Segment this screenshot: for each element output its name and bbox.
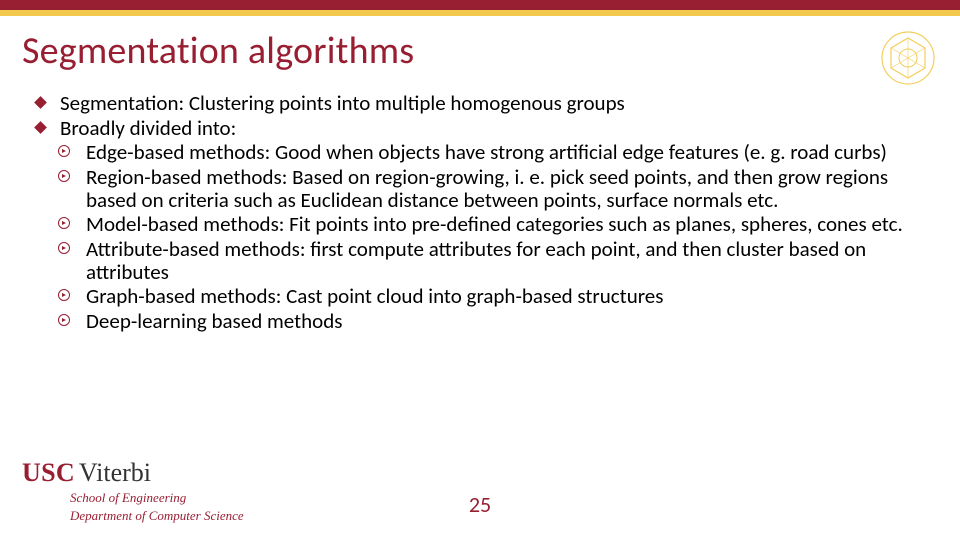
bullet-text: Segmentation: Clustering points into mul… <box>60 90 625 116</box>
bullet-level2: Model-based methods: Fit points into pre… <box>30 213 932 236</box>
bullet-level1: Segmentation: Clustering points into mul… <box>30 92 932 115</box>
circle-arrow-bullet-icon <box>58 314 70 326</box>
usc-seal-icon <box>880 30 936 86</box>
circle-arrow-bullet-icon <box>58 289 70 301</box>
bullet-text: Deep-learning based methods <box>86 308 342 334</box>
bullet-text: Broadly divided into: <box>60 115 236 141</box>
bullet-text: Edge-based methods: Good when objects ha… <box>86 139 887 165</box>
bullet-level2: Edge-based methods: Good when objects ha… <box>30 141 932 164</box>
page-number: 25 <box>469 491 491 518</box>
footer-school-line1: School of Engineering <box>70 490 960 506</box>
bullet-text: Region-based methods: Based on region-gr… <box>86 164 888 213</box>
bullet-level2: Graph-based methods: Cast point cloud in… <box>30 285 932 308</box>
circle-arrow-bullet-icon <box>58 170 70 182</box>
top-accent-bar <box>0 0 960 10</box>
bullet-text: Attribute-based methods: first compute a… <box>86 236 866 285</box>
footer-school-line2: Department of Computer Science <box>70 508 960 524</box>
bullet-text: Model-based methods: Fit points into pre… <box>86 211 903 237</box>
slide-title: Segmentation algorithms <box>22 28 414 74</box>
bullet-level2: Attribute-based methods: first compute a… <box>30 238 932 283</box>
gold-accent-bar <box>0 10 960 16</box>
circle-arrow-bullet-icon <box>58 145 70 157</box>
usc-wordmark: USC <box>22 458 75 487</box>
diamond-bullet-icon <box>34 121 47 134</box>
diamond-bullet-icon <box>34 96 47 109</box>
viterbi-wordmark: Viterbi <box>79 458 151 487</box>
circle-arrow-bullet-icon <box>58 242 70 254</box>
bullet-level2: Deep-learning based methods <box>30 310 932 333</box>
bullet-level2: Region-based methods: Based on region-gr… <box>30 166 932 211</box>
bullet-text: Graph-based methods: Cast point cloud in… <box>86 283 663 309</box>
slide: Segmentation algorithms Segmentation: Cl… <box>0 0 960 540</box>
circle-arrow-bullet-icon <box>58 217 70 229</box>
bullet-level1: Broadly divided into: <box>30 117 932 140</box>
content-area: Segmentation: Clustering points into mul… <box>30 92 932 335</box>
footer-org: USCViterbi <box>22 458 960 488</box>
